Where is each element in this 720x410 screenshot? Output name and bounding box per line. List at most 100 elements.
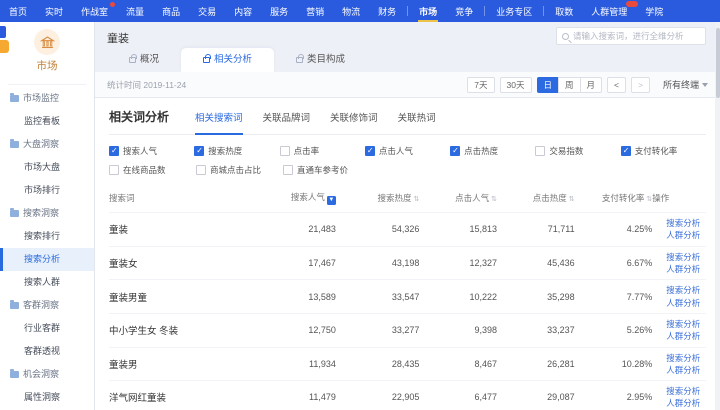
nav-competition[interactable]: 竞争: [446, 0, 482, 22]
crowd-analysis-link[interactable]: 人群分析: [666, 330, 706, 342]
floating-orange-tag[interactable]: [0, 40, 9, 53]
range-7d-button[interactable]: 7天: [467, 77, 494, 93]
scrollbar[interactable]: [715, 22, 720, 410]
sort-desc-icon[interactable]: ▼: [327, 196, 336, 205]
subtab-modifier-words[interactable]: 关联修饰词: [330, 110, 378, 135]
metric-online-items[interactable]: 在线商品数: [109, 164, 196, 176]
nav-realtime[interactable]: 实时: [36, 0, 72, 22]
metric-click-pop[interactable]: 点击人气: [365, 145, 450, 157]
tab-category-composition[interactable]: 类目构成: [274, 48, 367, 72]
next-date-button[interactable]: >: [631, 77, 650, 93]
folder-icon: [10, 141, 19, 148]
nav-service[interactable]: 服务: [261, 0, 297, 22]
checkbox[interactable]: [535, 146, 545, 156]
search-icon: [562, 33, 569, 40]
page-tabs: 概况 相关分析 类目构成: [95, 48, 720, 72]
granularity-week-button[interactable]: 周: [558, 77, 581, 93]
tab-related-analysis[interactable]: 相关分析: [181, 48, 274, 72]
sidebar-item-search-crowd[interactable]: 搜索人群: [0, 271, 94, 294]
sort-icon[interactable]: ⇅: [491, 196, 497, 203]
col-search-pop[interactable]: 搜索人气▼: [246, 183, 336, 213]
related-words-card: 相关词分析 相关搜索词 关联品牌词 关联修饰词 关联热词 搜索人气 搜索热度 点…: [95, 98, 720, 410]
crowd-analysis-link[interactable]: 人群分析: [666, 364, 706, 376]
nav-warroom[interactable]: 作战室: [72, 0, 117, 22]
metric-checkbox-area: 搜索人气 搜索热度 点击率 点击人气 点击热度 交易指数 支付转化率 在线商品数…: [109, 145, 706, 176]
nav-logistics[interactable]: 物流: [333, 0, 369, 22]
stat-toolbar: 统计时间 2019-11-24 7天 30天 日 周 月 < > 所有终端: [95, 72, 720, 98]
crowd-analysis-link[interactable]: 人群分析: [666, 397, 706, 409]
sort-icon[interactable]: ⇅: [414, 196, 420, 203]
sort-icon[interactable]: ⇅: [569, 196, 575, 203]
sidebar-item-monitor-board[interactable]: 监控看板: [0, 110, 94, 133]
subtab-related-search-words[interactable]: 相关搜索词: [195, 110, 243, 135]
cell-pay-rate: 10.28%: [575, 347, 653, 381]
checkbox[interactable]: [109, 146, 119, 156]
crowd-analysis-link[interactable]: 人群分析: [666, 263, 706, 275]
col-pay-rate[interactable]: 支付转化率⇅: [575, 183, 653, 213]
nav-academy[interactable]: 学院: [636, 0, 672, 22]
granularity-day-button[interactable]: 日: [537, 77, 560, 93]
metric-click-heat[interactable]: 点击热度: [450, 145, 535, 157]
checkbox[interactable]: [365, 146, 375, 156]
search-analysis-link[interactable]: 搜索分析: [666, 385, 706, 397]
col-click-pop[interactable]: 点击人气⇅: [419, 183, 497, 213]
sidebar-item-market-overview[interactable]: 市场大盘: [0, 156, 94, 179]
nav-data-fetch[interactable]: 取数: [546, 0, 582, 22]
search-analysis-link[interactable]: 搜索分析: [666, 318, 706, 330]
checkbox[interactable]: [621, 146, 631, 156]
cell-search-pop: 12,750: [246, 313, 336, 347]
scrollbar-thumb[interactable]: [716, 28, 720, 98]
nav-business-zone[interactable]: 业务专区: [487, 0, 541, 22]
metric-ztc-ref-price[interactable]: 直通车参考价: [283, 164, 370, 176]
sidebar-item-customer-perspective[interactable]: 客群透视: [0, 340, 94, 363]
sidebar-item-search-ranking[interactable]: 搜索排行: [0, 225, 94, 248]
keyword-search-box[interactable]: [556, 27, 706, 45]
sidebar-item-industry-customer[interactable]: 行业客群: [0, 317, 94, 340]
search-analysis-link[interactable]: 搜索分析: [666, 217, 706, 229]
search-analysis-link[interactable]: 搜索分析: [666, 251, 706, 263]
nav-product[interactable]: 商品: [153, 0, 189, 22]
sidebar-item-market-ranking[interactable]: 市场排行: [0, 179, 94, 202]
metric-row-2: 在线商品数 商城点击占比 直通车参考价: [109, 164, 706, 176]
nav-traffic[interactable]: 流量: [117, 0, 153, 22]
metric-search-heat[interactable]: 搜索热度: [194, 145, 279, 157]
nav-crowd-mgmt[interactable]: 人群管理: [582, 0, 636, 22]
checkbox[interactable]: [283, 165, 293, 175]
prev-date-button[interactable]: <: [607, 77, 626, 93]
cell-search-pop: 17,467: [246, 246, 336, 280]
checkbox[interactable]: [196, 165, 206, 175]
search-analysis-link[interactable]: 搜索分析: [666, 284, 706, 296]
sidebar-group-market-insight: 大盘洞察: [0, 133, 94, 156]
col-search-heat[interactable]: 搜索热度⇅: [336, 183, 420, 213]
search-input[interactable]: [573, 31, 700, 41]
metric-mall-click-share[interactable]: 商城点击占比: [196, 164, 283, 176]
nav-finance[interactable]: 财务: [369, 0, 405, 22]
sidebar-item-attribute-insight[interactable]: 属性洞察: [0, 386, 94, 409]
sidebar-item-search-analysis[interactable]: 搜索分析: [0, 248, 94, 271]
lock-icon: [296, 57, 303, 63]
tab-overview[interactable]: 概况: [107, 48, 181, 72]
nav-marketing[interactable]: 营销: [297, 0, 333, 22]
col-click-heat[interactable]: 点击热度⇅: [497, 183, 575, 213]
metric-trade-index[interactable]: 交易指数: [535, 145, 620, 157]
stat-time-label: 统计时间 2019-11-24: [107, 79, 186, 91]
nav-home[interactable]: 首页: [0, 0, 36, 22]
crowd-analysis-link[interactable]: 人群分析: [666, 297, 706, 309]
nav-content[interactable]: 内容: [225, 0, 261, 22]
subtab-hot-words[interactable]: 关联热词: [398, 110, 436, 135]
metric-pay-conversion[interactable]: 支付转化率: [621, 145, 706, 157]
metric-search-pop[interactable]: 搜索人气: [109, 145, 194, 157]
crowd-analysis-link[interactable]: 人群分析: [666, 229, 706, 241]
search-analysis-link[interactable]: 搜索分析: [666, 352, 706, 364]
checkbox[interactable]: [109, 165, 119, 175]
checkbox[interactable]: [450, 146, 460, 156]
nav-trade[interactable]: 交易: [189, 0, 225, 22]
nav-market[interactable]: 市场: [410, 0, 446, 22]
metric-click-rate[interactable]: 点击率: [280, 145, 365, 157]
granularity-month-button[interactable]: 月: [580, 77, 603, 93]
checkbox[interactable]: [194, 146, 204, 156]
terminal-dropdown[interactable]: 所有终端: [663, 78, 708, 91]
range-30d-button[interactable]: 30天: [500, 77, 532, 93]
subtab-brand-words[interactable]: 关联品牌词: [263, 110, 311, 135]
checkbox[interactable]: [280, 146, 290, 156]
